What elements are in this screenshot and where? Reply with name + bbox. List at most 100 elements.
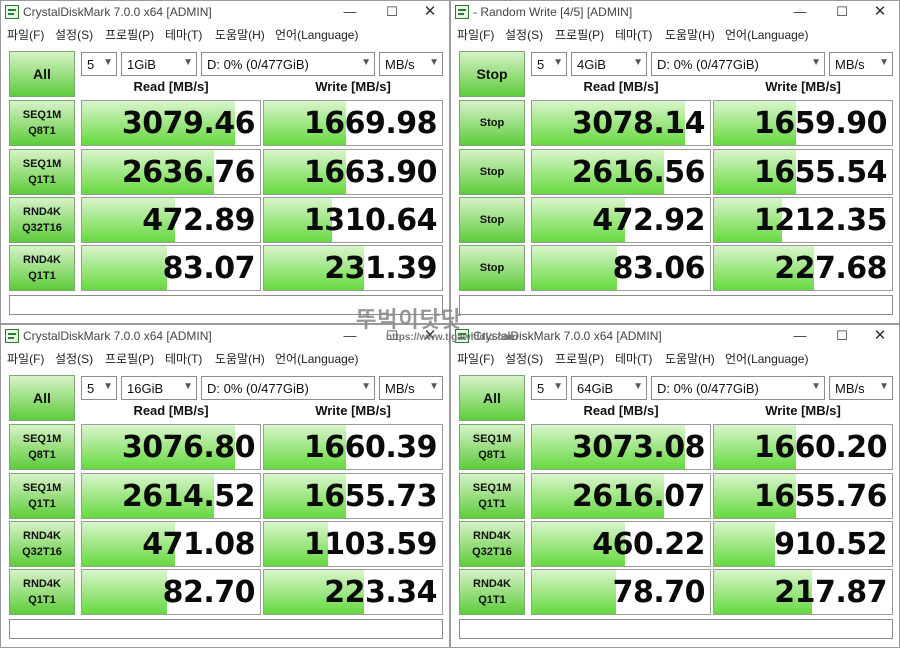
run-all-button[interactable]: All [9, 51, 75, 97]
title-bar[interactable]: CrystalDiskMark 7.0.0 x64 [ADMIN] — ☐ ✕ [1, 1, 449, 23]
drive-select[interactable]: D: 0% (0/477GiB) ▼ [651, 376, 825, 400]
menu-item[interactable]: 테마(T) [615, 350, 652, 367]
run-all-button[interactable]: Stop [459, 51, 525, 97]
menu-item[interactable]: 테마(T) [165, 26, 202, 43]
app-icon [455, 329, 469, 343]
test-button[interactable]: RND4K Q1T1 [9, 245, 75, 291]
menu-item[interactable]: 도움말(H) [665, 26, 715, 43]
test-size-select-value: 64GiB [577, 381, 614, 396]
menu-item[interactable]: 도움말(H) [665, 350, 715, 367]
read-result-bar [82, 246, 168, 290]
read-result-cell: 2636.76 [81, 149, 261, 195]
test-size-select[interactable]: 4GiB ▼ [571, 52, 647, 76]
maximize-icon[interactable]: ☐ [377, 1, 407, 23]
test-button[interactable]: SEQ1M Q8T1 [9, 424, 75, 470]
menu-item[interactable]: 언어(Language) [275, 350, 358, 367]
read-result-bar [532, 246, 618, 290]
menu-item[interactable]: 프로필(P) [105, 350, 154, 367]
title-bar[interactable]: - Random Write [4/5] [ADMIN] — ☐ ✕ [451, 1, 899, 23]
write-result-value: 1669.98 [303, 106, 438, 141]
write-result-cell: 1655.73 [263, 473, 443, 519]
comment-input[interactable] [9, 295, 443, 315]
menu-item[interactable]: 파일(F) [457, 26, 494, 43]
test-count-select[interactable]: 5 ▼ [531, 52, 567, 76]
test-button[interactable]: SEQ1M Q1T1 [9, 473, 75, 519]
test-button[interactable]: RND4K Q1T1 [9, 569, 75, 615]
test-button[interactable]: SEQ1M Q1T1 [459, 473, 525, 519]
test-count-select[interactable]: 5 ▼ [81, 52, 117, 76]
test-params: Q1T1 [28, 594, 56, 606]
chevron-down-icon: ▼ [103, 381, 113, 392]
close-icon[interactable]: ✕ [415, 1, 445, 23]
minimize-icon[interactable]: — [785, 325, 815, 347]
unit-select-value: MB/s [835, 381, 865, 396]
test-button[interactable]: RND4K Q32T16 [459, 521, 525, 567]
maximize-icon[interactable]: ☐ [827, 325, 857, 347]
menu-item[interactable]: 언어(Language) [275, 26, 358, 43]
close-icon[interactable]: ✕ [865, 325, 895, 347]
menu-item[interactable]: 언어(Language) [725, 350, 808, 367]
menu-item[interactable]: 프로필(P) [555, 26, 604, 43]
comment-input[interactable] [9, 619, 443, 639]
title-bar[interactable]: CrystalDiskMark 7.0.0 x64 [ADMIN] — ☐ ✕ [1, 325, 449, 347]
menu-item[interactable]: 파일(F) [457, 350, 494, 367]
test-count-select[interactable]: 5 ▼ [81, 376, 117, 400]
menu-item[interactable]: 설정(S) [505, 350, 543, 367]
test-button[interactable]: Stop [459, 245, 525, 291]
test-button[interactable]: RND4K Q1T1 [459, 569, 525, 615]
unit-select[interactable]: MB/s ▼ [379, 52, 443, 76]
test-size-select[interactable]: 1GiB ▼ [121, 52, 197, 76]
menu-item[interactable]: 테마(T) [615, 26, 652, 43]
close-icon[interactable]: ✕ [865, 1, 895, 23]
close-icon[interactable]: ✕ [415, 325, 445, 347]
title-bar[interactable]: CrystalDiskMark 7.0.0 x64 [ADMIN] — ☐ ✕ [451, 325, 899, 347]
maximize-icon[interactable]: ☐ [377, 325, 407, 347]
chevron-down-icon: ▼ [429, 57, 439, 68]
test-params: Q1T1 [478, 498, 506, 510]
menu-bar: 파일(F) 설정(S) 프로필(P) 테마(T) 도움말(H) 언어(Language) [451, 23, 899, 43]
test-button[interactable]: SEQ1M Q1T1 [9, 149, 75, 195]
test-button[interactable]: SEQ1M Q8T1 [9, 100, 75, 146]
menu-item[interactable]: 프로필(P) [555, 350, 604, 367]
menu-item[interactable]: 설정(S) [55, 350, 93, 367]
test-size-select[interactable]: 16GiB ▼ [121, 376, 197, 400]
menu-item[interactable]: 파일(F) [7, 26, 44, 43]
drive-select[interactable]: D: 0% (0/477GiB) ▼ [651, 52, 825, 76]
test-name: Stop [479, 166, 505, 178]
menu-item[interactable]: 설정(S) [55, 26, 93, 43]
maximize-icon[interactable]: ☐ [827, 1, 857, 23]
test-button[interactable]: Stop [459, 197, 525, 243]
comment-input[interactable] [459, 295, 893, 315]
minimize-icon[interactable]: — [335, 325, 365, 347]
run-all-button[interactable]: All [9, 375, 75, 421]
write-result-value: 1659.90 [753, 106, 888, 141]
minimize-icon[interactable]: — [335, 1, 365, 23]
menu-item[interactable]: 프로필(P) [105, 26, 154, 43]
menu-item[interactable]: 언어(Language) [725, 26, 808, 43]
read-result-value: 2636.76 [121, 155, 256, 190]
chevron-down-icon: ▼ [553, 381, 563, 392]
menu-item[interactable]: 파일(F) [7, 350, 44, 367]
menu-item[interactable]: 테마(T) [165, 350, 202, 367]
drive-select[interactable]: D: 0% (0/477GiB) ▼ [201, 52, 375, 76]
read-result-cell: 78.70 [531, 569, 711, 615]
read-result-value: 2616.56 [571, 155, 706, 190]
drive-select[interactable]: D: 0% (0/477GiB) ▼ [201, 376, 375, 400]
test-button[interactable]: Stop [459, 149, 525, 195]
test-button[interactable]: SEQ1M Q8T1 [459, 424, 525, 470]
minimize-icon[interactable]: — [785, 1, 815, 23]
menu-item[interactable]: 도움말(H) [215, 26, 265, 43]
run-all-button[interactable]: All [459, 375, 525, 421]
unit-select[interactable]: MB/s ▼ [829, 376, 893, 400]
comment-input[interactable] [459, 619, 893, 639]
unit-select[interactable]: MB/s ▼ [379, 376, 443, 400]
menu-item[interactable]: 설정(S) [505, 26, 543, 43]
test-size-select[interactable]: 64GiB ▼ [571, 376, 647, 400]
test-button[interactable]: RND4K Q32T16 [9, 197, 75, 243]
read-result-cell: 472.89 [81, 197, 261, 243]
test-button[interactable]: Stop [459, 100, 525, 146]
test-count-select[interactable]: 5 ▼ [531, 376, 567, 400]
test-button[interactable]: RND4K Q32T16 [9, 521, 75, 567]
unit-select[interactable]: MB/s ▼ [829, 52, 893, 76]
menu-item[interactable]: 도움말(H) [215, 350, 265, 367]
